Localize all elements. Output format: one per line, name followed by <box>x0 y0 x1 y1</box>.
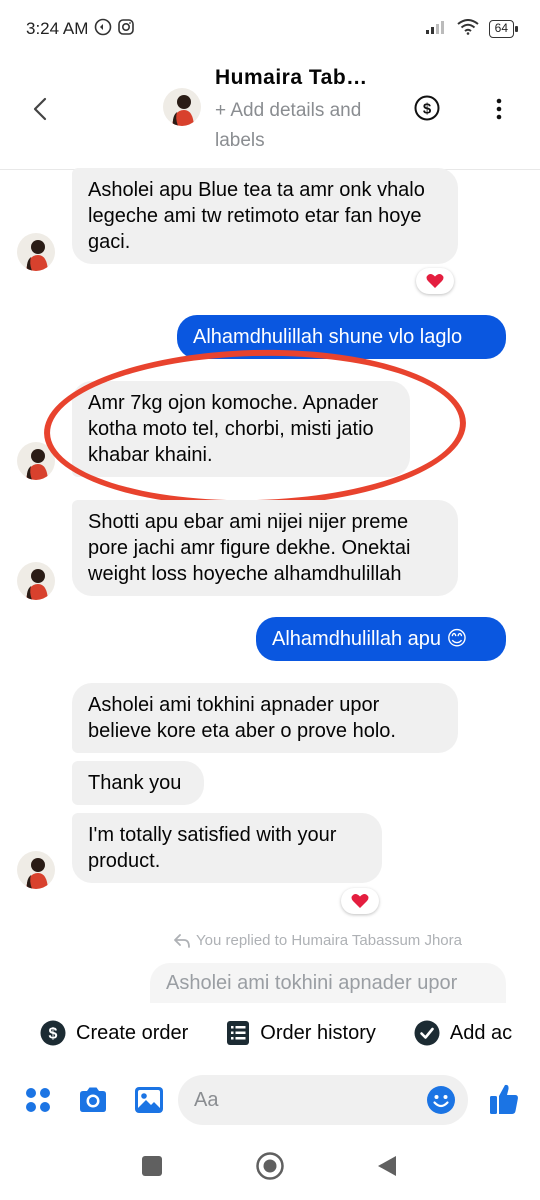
payments-button[interactable]: $ <box>414 95 440 121</box>
camera-button[interactable] <box>77 1084 109 1116</box>
svg-text:$: $ <box>423 101 432 118</box>
emoji-icon <box>427 1086 455 1114</box>
home-button[interactable] <box>256 1152 284 1185</box>
chevron-left-icon <box>33 97 47 121</box>
sent-message[interactable]: Alhamdhulillah apu 😊 <box>256 617 506 661</box>
received-message[interactable]: Asholei ami tokhini apnader upor believe… <box>72 683 458 753</box>
wifi-icon <box>457 18 479 40</box>
contact-avatar[interactable] <box>163 88 201 126</box>
heart-icon <box>351 894 369 908</box>
image-icon <box>135 1087 163 1113</box>
quick-actions-bar: $ Create order Order history Add ac <box>0 1003 540 1063</box>
svg-text:$: $ <box>49 1026 58 1043</box>
contact-avatar[interactable] <box>17 562 55 600</box>
received-message[interactable]: Thank you <box>72 761 204 805</box>
list-icon <box>227 1021 250 1045</box>
triangle-back-icon <box>378 1156 396 1176</box>
add-action-label: Add ac <box>449 1021 513 1044</box>
sync-icon <box>94 18 112 41</box>
received-message[interactable]: Asholei apu Blue tea ta amr onk vhalo le… <box>72 168 458 264</box>
back-nav-button[interactable] <box>377 1155 397 1182</box>
add-action-button[interactable]: Add ac <box>400 1005 526 1061</box>
dollar-icon: $ <box>414 95 440 121</box>
message-composer <box>0 1070 540 1130</box>
status-bar: 3:24 AM 64 <box>0 0 540 58</box>
check-circle-icon <box>414 1020 440 1046</box>
square-icon <box>142 1156 162 1176</box>
reply-preview[interactable]: Asholei ami tokhini apnader upor <box>150 963 506 1003</box>
four-dots-icon <box>26 1088 50 1112</box>
add-details-link[interactable]: + Add details and labels <box>215 96 375 156</box>
order-history-button[interactable]: Order history <box>212 1005 390 1061</box>
signal-icon <box>425 19 447 40</box>
received-message[interactable]: I'm totally satisfied with your product. <box>72 813 382 883</box>
heart-reaction[interactable] <box>341 888 379 914</box>
replied-note: You replied to Humaira Tabassum Jhora <box>174 932 462 949</box>
camera-icon <box>80 1087 106 1112</box>
more-options-button[interactable] <box>488 96 510 122</box>
more-actions-button[interactable] <box>22 1084 54 1116</box>
circle-home-icon <box>256 1152 284 1180</box>
replied-note-text: You replied to Humaira Tabassum Jhora <box>196 932 462 949</box>
heart-reaction[interactable] <box>416 268 454 294</box>
create-order-button[interactable]: $ Create order <box>26 1005 202 1061</box>
message-input-box[interactable] <box>178 1075 468 1125</box>
contact-name[interactable]: Humaira Tab… <box>215 66 368 90</box>
gallery-button[interactable] <box>133 1084 165 1116</box>
order-history-label: Order history <box>260 1021 376 1044</box>
contact-avatar[interactable] <box>17 442 55 480</box>
like-button[interactable] <box>488 1082 520 1114</box>
status-time: 3:24 AM <box>26 19 89 38</box>
reply-arrow-icon <box>174 933 190 948</box>
message-input[interactable] <box>178 1075 398 1125</box>
instagram-icon <box>118 18 135 40</box>
dollar-circle-icon: $ <box>40 1020 66 1046</box>
received-message[interactable]: Amr 7kg ojon komoche. Apnader kotha moto… <box>72 381 410 477</box>
sent-message[interactable]: Alhamdhulillah shune vlo laglo <box>177 315 506 359</box>
back-button[interactable] <box>26 94 56 124</box>
more-vertical-icon <box>496 98 502 120</box>
chat-header: Humaira Tab… + Add details and labels $ <box>0 58 540 170</box>
thumbs-up-icon <box>490 1084 518 1114</box>
create-order-label: Create order <box>76 1021 189 1044</box>
received-message[interactable]: Shotti apu ebar ami nijei nijer preme po… <box>72 500 458 596</box>
recent-apps-button[interactable] <box>142 1156 162 1181</box>
system-navigation-bar <box>0 1135 540 1200</box>
heart-icon <box>426 274 444 288</box>
contact-avatar[interactable] <box>17 233 55 271</box>
emoji-button[interactable] <box>426 1085 456 1120</box>
contact-avatar[interactable] <box>17 851 55 889</box>
battery-indicator: 64 <box>488 20 519 38</box>
